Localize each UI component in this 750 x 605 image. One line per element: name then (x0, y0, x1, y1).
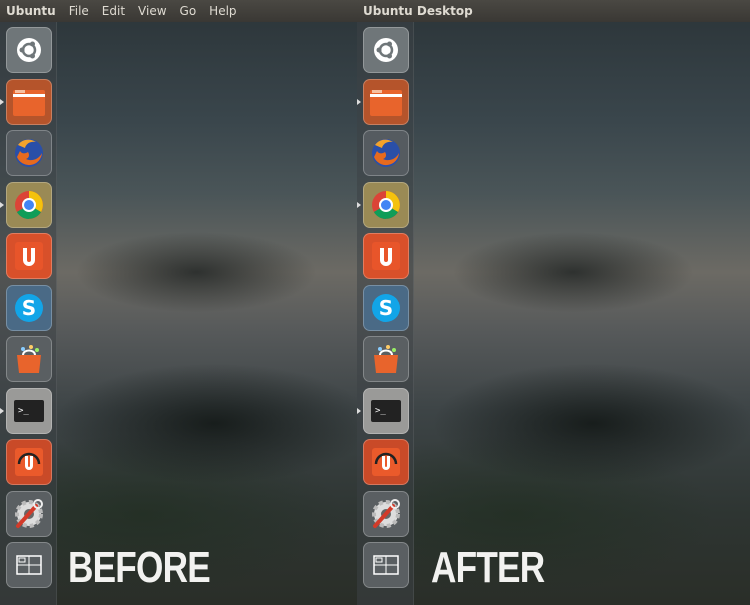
ubuntu-one-music-icon (15, 448, 43, 476)
top-menubar: Ubuntu File Edit View Go Help (0, 0, 357, 22)
chrome-icon (372, 190, 400, 219)
launcher-item-skype[interactable]: S (363, 284, 409, 331)
wallpaper (357, 0, 750, 605)
launcher-item-chrome[interactable] (363, 181, 409, 228)
ubuntu-one-music-icon (372, 448, 400, 476)
ubuntu-one-icon (15, 242, 43, 270)
launcher-item-terminal[interactable]: >_ (6, 387, 52, 434)
ubuntu-dash-icon (374, 38, 398, 62)
launcher-item-ubuntu-dash[interactable] (6, 27, 52, 73)
skype-icon: S (15, 293, 43, 322)
running-indicator-icon (0, 201, 4, 208)
launcher-item-ubuntu-one-music[interactable] (363, 439, 409, 485)
launcher-item-system-settings[interactable] (363, 490, 409, 537)
files-folder-icon (370, 89, 402, 116)
launcher-item-files-folder[interactable] (6, 78, 52, 125)
software-center-icon (17, 345, 41, 373)
launcher-item-ubuntu-one[interactable] (363, 233, 409, 279)
system-settings-icon (372, 498, 400, 528)
system-settings-icon (15, 498, 43, 528)
top-menubar: Ubuntu Desktop (357, 0, 750, 22)
running-indicator-icon (357, 201, 361, 208)
workspace-switcher-icon (373, 555, 399, 575)
software-center-icon (374, 345, 398, 373)
launcher-item-workspace-switcher[interactable] (363, 542, 409, 588)
app-title: Ubuntu (6, 4, 56, 18)
ubuntu-dash-icon (17, 38, 41, 62)
launcher-item-ubuntu-dash[interactable] (363, 27, 409, 73)
running-indicator-icon (357, 98, 361, 105)
running-indicator-icon (0, 407, 4, 414)
launcher-item-system-settings[interactable] (6, 490, 52, 537)
menu-view[interactable]: View (138, 4, 166, 18)
firefox-icon (372, 139, 400, 167)
launcher-item-files-folder[interactable] (363, 78, 409, 125)
svg-text:S: S (22, 296, 36, 320)
ubuntu-one-icon (372, 242, 400, 270)
chrome-icon (15, 190, 43, 219)
running-indicator-icon (0, 98, 4, 105)
menu-go[interactable]: Go (180, 4, 197, 18)
launcher-item-terminal[interactable]: >_ (363, 387, 409, 434)
workspace-switcher-icon (16, 555, 42, 575)
svg-text:>_: >_ (375, 406, 386, 416)
launcher-item-chrome[interactable] (6, 181, 52, 228)
after-panel: Ubuntu Desktop S >_ AFTER (357, 0, 750, 605)
app-title: Ubuntu Desktop (363, 4, 473, 18)
launcher-item-firefox[interactable] (6, 130, 52, 176)
after-caption: AFTER (431, 543, 545, 592)
svg-text:S: S (379, 296, 393, 320)
running-indicator-icon (357, 407, 361, 414)
svg-text:>_: >_ (18, 406, 29, 416)
launcher-item-software-center[interactable] (6, 336, 52, 382)
firefox-icon (15, 139, 43, 167)
launcher: S >_ (357, 22, 414, 605)
before-panel: Ubuntu File Edit View Go Help S >_ BEFORE (0, 0, 357, 605)
launcher-item-workspace-switcher[interactable] (6, 542, 52, 588)
terminal-icon: >_ (14, 399, 44, 422)
launcher: S >_ (0, 22, 57, 605)
menu-file[interactable]: File (69, 4, 89, 18)
menu-edit[interactable]: Edit (102, 4, 125, 18)
before-caption: BEFORE (68, 543, 211, 592)
menu-help[interactable]: Help (209, 4, 236, 18)
launcher-item-ubuntu-one[interactable] (6, 233, 52, 279)
files-folder-icon (13, 89, 45, 116)
launcher-item-software-center[interactable] (363, 336, 409, 382)
skype-icon: S (372, 293, 400, 322)
launcher-item-ubuntu-one-music[interactable] (6, 439, 52, 485)
launcher-item-skype[interactable]: S (6, 284, 52, 331)
terminal-icon: >_ (371, 399, 401, 422)
launcher-item-firefox[interactable] (363, 130, 409, 176)
